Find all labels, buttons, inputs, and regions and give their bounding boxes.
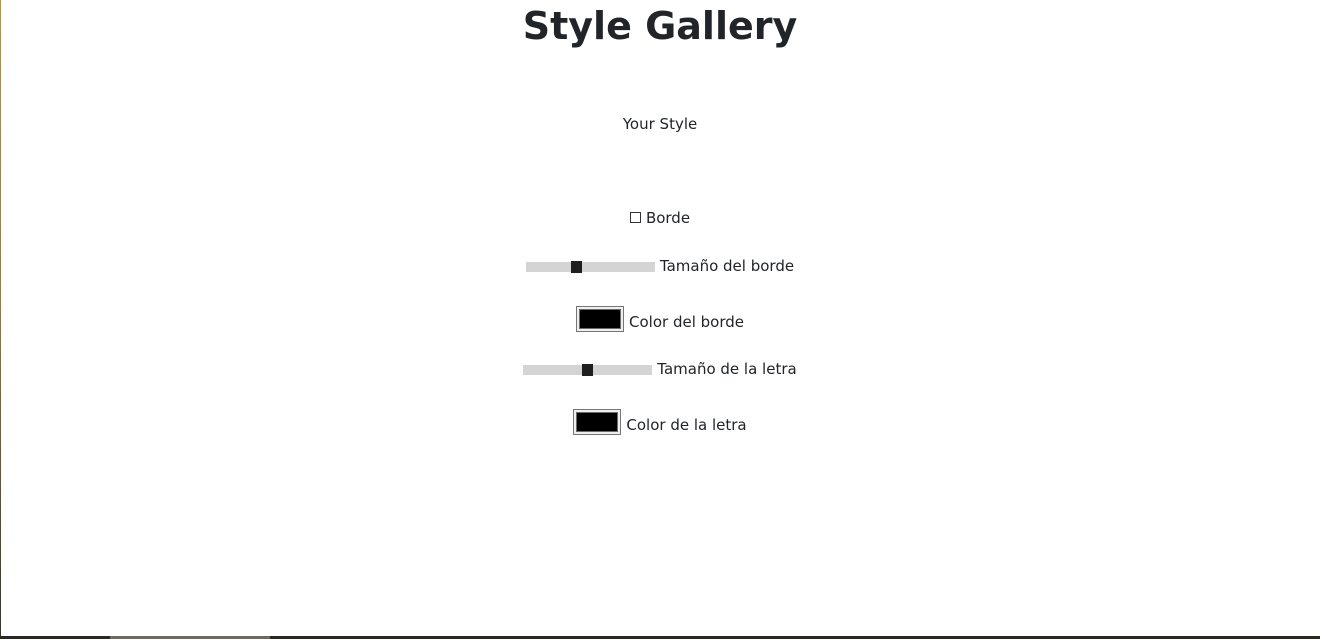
border-color-row: Color del borde bbox=[0, 306, 1320, 332]
border-color-label: Color del borde bbox=[629, 313, 744, 331]
border-color-swatch bbox=[579, 309, 622, 329]
border-checkbox-label: Borde bbox=[645, 209, 691, 227]
font-color-label: Color de la letra bbox=[626, 416, 747, 434]
font-color-picker[interactable] bbox=[573, 409, 622, 435]
border-toggle-row: Borde bbox=[0, 209, 1320, 227]
border-color-picker[interactable] bbox=[576, 306, 625, 332]
border-size-row: Tamaño del borde bbox=[0, 257, 1320, 275]
font-size-label: Tamaño de la letra bbox=[657, 360, 797, 378]
border-size-label: Tamaño del borde bbox=[659, 257, 795, 275]
style-preview-text: Your Style bbox=[622, 115, 698, 133]
font-size-row: Tamaño de la letra bbox=[0, 360, 1320, 378]
font-size-slider[interactable] bbox=[523, 364, 653, 376]
font-size-slider-thumb[interactable] bbox=[582, 364, 594, 376]
border-checkbox[interactable] bbox=[629, 211, 641, 223]
border-size-slider[interactable] bbox=[525, 261, 655, 273]
font-color-swatch bbox=[576, 412, 619, 432]
page-title: Style Gallery bbox=[522, 4, 798, 48]
font-color-row: Color de la letra bbox=[0, 409, 1320, 435]
border-size-slider-thumb[interactable] bbox=[570, 261, 582, 273]
